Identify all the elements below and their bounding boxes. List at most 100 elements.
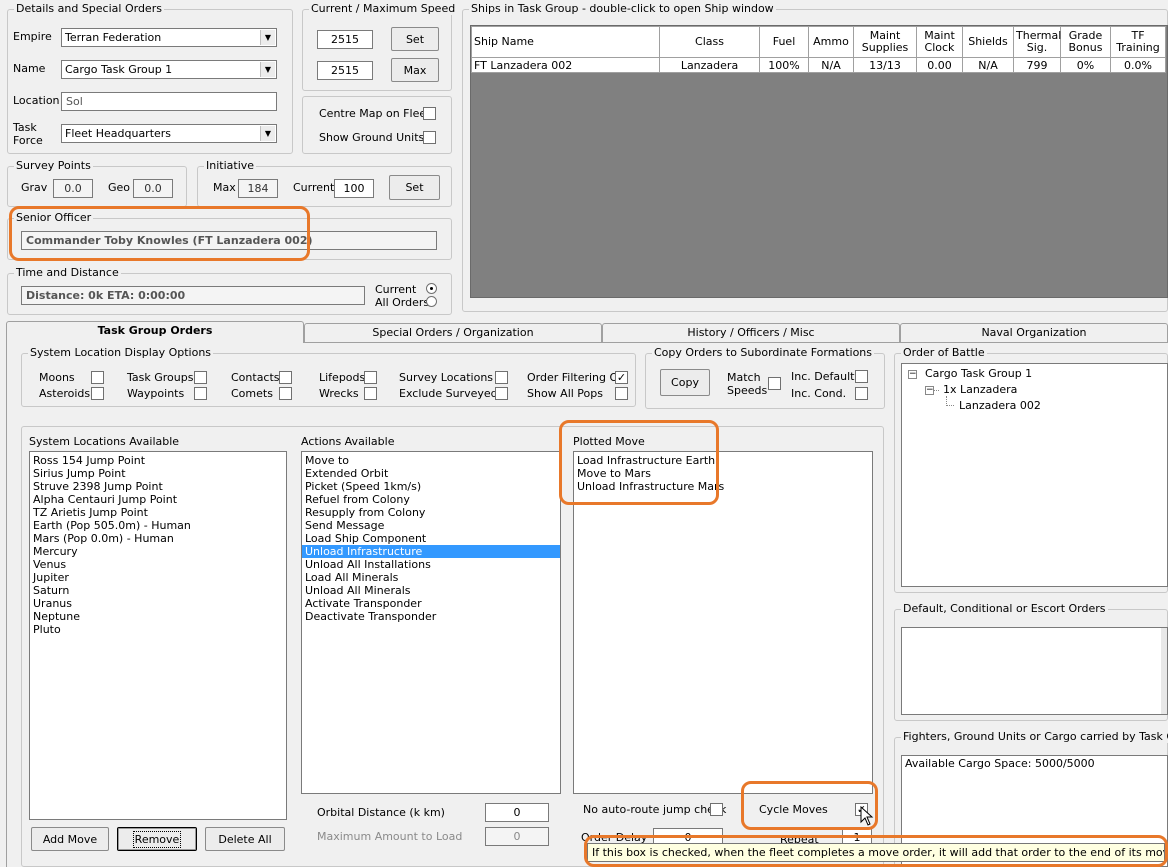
task-groups-checkbox[interactable]: [194, 371, 207, 384]
list-item[interactable]: Jupiter: [30, 571, 286, 584]
match-speeds-checkbox[interactable]: [768, 377, 781, 390]
list-item[interactable]: Load Infrastructure Earth: [574, 454, 872, 467]
list-item[interactable]: Load Ship Component: [302, 532, 560, 545]
table-row[interactable]: FT Lanzadera 002 Lanzadera 100% N/A 13/1…: [471, 57, 1166, 73]
list-item[interactable]: Alpha Centauri Jump Point: [30, 493, 286, 506]
list-item[interactable]: Venus: [30, 558, 286, 571]
max-amount-label: Maximum Amount to Load: [317, 830, 463, 843]
match-speeds-label-2: Speeds: [727, 384, 768, 397]
header-ship-name[interactable]: Ship Name: [471, 26, 660, 58]
list-item[interactable]: Activate Transponder: [302, 597, 560, 610]
max-speed-button[interactable]: Max: [391, 58, 439, 82]
chevron-down-icon[interactable]: ▼: [260, 62, 275, 77]
lifepods-checkbox[interactable]: [364, 371, 377, 384]
list-item[interactable]: Unload Infrastructure: [302, 545, 560, 558]
list-item[interactable]: Deactivate Transponder: [302, 610, 560, 623]
tab-history[interactable]: History / Officers / Misc: [602, 323, 900, 342]
list-item[interactable]: Resupply from Colony: [302, 506, 560, 519]
initiative-current-field[interactable]: 100: [334, 179, 374, 198]
current-speed-field[interactable]: 2515: [317, 30, 373, 49]
header-ammo[interactable]: Ammo: [808, 26, 854, 58]
max-speed-field[interactable]: 2515: [317, 61, 373, 80]
list-item[interactable]: Move to Mars: [574, 467, 872, 480]
chevron-down-icon[interactable]: ▼: [260, 30, 275, 45]
tab-task-group-orders[interactable]: Task Group Orders: [6, 321, 304, 343]
no-auto-route-checkbox[interactable]: [710, 803, 723, 816]
tab-special-orders[interactable]: Special Orders / Organization: [304, 323, 602, 342]
empire-combo[interactable]: Terran Federation ▼: [61, 28, 277, 47]
delete-all-button[interactable]: Delete All: [205, 827, 285, 851]
current-radio[interactable]: [426, 283, 437, 294]
actions-list[interactable]: Move to Extended Orbit Picket (Speed 1km/s…: [301, 451, 561, 794]
moons-checkbox[interactable]: [91, 371, 104, 384]
header-grade-bonus[interactable]: Grade Bonus: [1060, 26, 1111, 58]
list-item[interactable]: Sirius Jump Point: [30, 467, 286, 480]
list-item[interactable]: Refuel from Colony: [302, 493, 560, 506]
show-ground-checkbox[interactable]: [423, 131, 436, 144]
list-item[interactable]: Unload All Minerals: [302, 584, 560, 597]
list-item[interactable]: Saturn: [30, 584, 286, 597]
tree-item-ship[interactable]: Lanzadera 002: [956, 398, 1041, 414]
list-item[interactable]: Picket (Speed 1km/s): [302, 480, 560, 493]
list-item[interactable]: Unload Infrastructure Mars: [574, 480, 872, 493]
add-move-button[interactable]: Add Move: [31, 827, 109, 851]
wrecks-checkbox[interactable]: [364, 387, 377, 400]
header-class[interactable]: Class: [659, 26, 760, 58]
set-speed-button[interactable]: Set: [391, 27, 439, 51]
task-force-combo[interactable]: Fleet Headquarters ▼: [61, 124, 277, 143]
list-item[interactable]: Uranus: [30, 597, 286, 610]
survey-locations-checkbox[interactable]: [495, 371, 508, 384]
tree-line: [934, 390, 939, 391]
asteroids-checkbox[interactable]: [91, 387, 104, 400]
copy-button[interactable]: Copy: [660, 369, 710, 396]
name-combo[interactable]: Cargo Task Group 1 ▼: [61, 60, 277, 79]
header-maint-supplies[interactable]: Maint Supplies: [853, 26, 917, 58]
order-filtering-checkbox[interactable]: ✓: [615, 371, 628, 384]
default-orders-list[interactable]: [901, 627, 1168, 715]
chevron-down-icon[interactable]: ▼: [260, 126, 275, 141]
list-item[interactable]: Load All Minerals: [302, 571, 560, 584]
list-item[interactable]: Struve 2398 Jump Point: [30, 480, 286, 493]
inc-cond-checkbox[interactable]: [855, 387, 868, 400]
collapse-icon[interactable]: −: [925, 386, 934, 395]
plotted-move-list[interactable]: Load Infrastructure Earth Move to Mars Unl…: [573, 451, 873, 794]
initiative-set-button[interactable]: Set: [389, 175, 440, 200]
wrecks-label: Wrecks: [319, 387, 359, 400]
show-all-pops-checkbox[interactable]: [615, 387, 628, 400]
header-shields[interactable]: Shields: [962, 26, 1014, 58]
all-orders-radio[interactable]: [426, 296, 437, 307]
location-field[interactable]: Sol: [61, 92, 277, 111]
system-locations-list[interactable]: Ross 154 Jump Point Sirius Jump Point Stru…: [29, 451, 287, 820]
waypoints-checkbox[interactable]: [194, 387, 207, 400]
list-item[interactable]: Move to: [302, 454, 560, 467]
list-item[interactable]: Pluto: [30, 623, 286, 636]
max-amount-field[interactable]: 0: [485, 827, 549, 846]
collapse-icon[interactable]: −: [908, 370, 917, 379]
exclude-surveyed-checkbox[interactable]: [495, 387, 508, 400]
list-item[interactable]: Neptune: [30, 610, 286, 623]
list-item[interactable]: Earth (Pop 505.0m) - Human: [30, 519, 286, 532]
list-item[interactable]: Mercury: [30, 545, 286, 558]
list-item[interactable]: Ross 154 Jump Point: [30, 454, 286, 467]
class-cell: Lanzadera: [659, 57, 760, 73]
list-item[interactable]: TZ Arietis Jump Point: [30, 506, 286, 519]
remove-button[interactable]: Remove: [117, 827, 197, 851]
contacts-checkbox[interactable]: [279, 371, 292, 384]
order-of-battle-tree[interactable]: − Cargo Task Group 1 − 1x Lanzadera Lanz…: [901, 363, 1168, 587]
list-item[interactable]: Extended Orbit: [302, 467, 560, 480]
header-maint-clock[interactable]: Maint Clock: [916, 26, 963, 58]
centre-map-checkbox[interactable]: [423, 107, 436, 120]
scrollbar[interactable]: [1161, 628, 1167, 714]
list-item[interactable]: Mars (Pop 0.0m) - Human: [30, 532, 286, 545]
list-item[interactable]: Unload All Installations: [302, 558, 560, 571]
inc-default-checkbox[interactable]: [855, 370, 868, 383]
orbital-distance-field[interactable]: 0: [485, 803, 549, 822]
header-fuel[interactable]: Fuel: [759, 26, 809, 58]
tab-naval-organization[interactable]: Naval Organization: [900, 323, 1168, 342]
ships-grid-area[interactable]: Ship Name Class Fuel Ammo Maint Supplies…: [470, 25, 1168, 298]
header-thermal-sig[interactable]: Thermal Sig.: [1013, 26, 1061, 58]
tree-item-task-group[interactable]: Cargo Task Group 1: [922, 366, 1032, 382]
header-tf-training[interactable]: TF Training: [1110, 26, 1166, 58]
comets-checkbox[interactable]: [279, 387, 292, 400]
list-item[interactable]: Send Message: [302, 519, 560, 532]
